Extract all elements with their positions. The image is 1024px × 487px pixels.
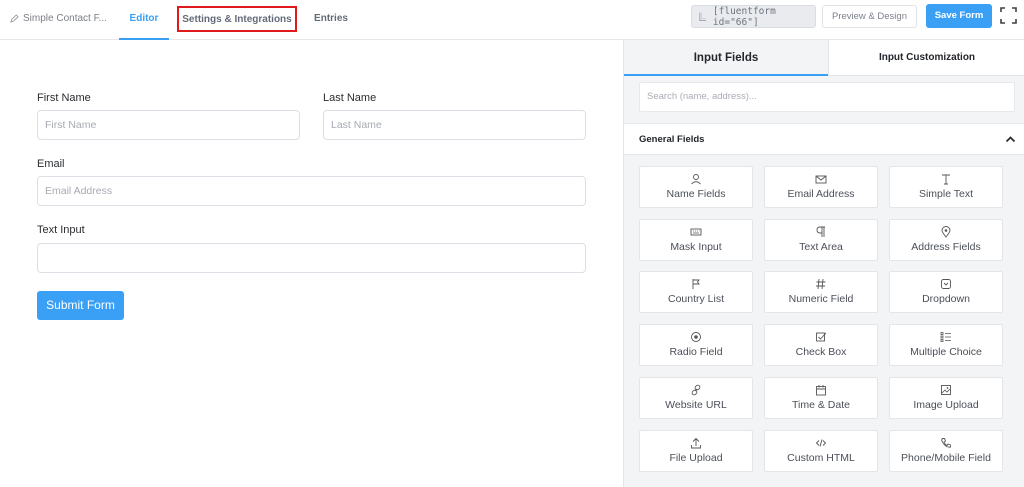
- field-simple-text[interactable]: Simple Text: [889, 166, 1003, 208]
- tab-entries[interactable]: Entries: [306, 0, 356, 40]
- field-label: Phone/Mobile Field: [901, 451, 991, 464]
- shortcode-box[interactable]: [fluentform id="66"]: [691, 5, 816, 28]
- copy-icon: [699, 12, 707, 21]
- shortcode-text: [fluentform id="66"]: [712, 5, 776, 28]
- last-name-input[interactable]: Last Name: [323, 110, 586, 140]
- pencil-icon: [10, 14, 19, 23]
- chevron-up-icon[interactable]: [1005, 134, 1016, 145]
- field-time-date[interactable]: Time & Date: [764, 376, 878, 419]
- email-input[interactable]: Email Address: [37, 176, 586, 206]
- field-dropdown[interactable]: Dropdown: [889, 271, 1003, 314]
- email-label: Email: [37, 158, 65, 170]
- keyboard-icon: [690, 228, 702, 236]
- upload-icon: [691, 437, 701, 448]
- field-label: Name Fields: [666, 188, 726, 200]
- field-file-upload[interactable]: File Upload: [639, 429, 753, 472]
- field-label: Dropdown: [922, 293, 970, 306]
- tab-editor[interactable]: Editor: [119, 0, 169, 40]
- field-label: Address Fields: [911, 240, 981, 253]
- hash-icon: [816, 279, 826, 290]
- phone-icon: [940, 437, 951, 448]
- field-custom-html[interactable]: Custom HTML: [764, 429, 878, 472]
- submit-form-button[interactable]: Submit Form: [37, 291, 124, 320]
- section-title: General Fields: [639, 134, 705, 145]
- top-bar: Simple Contact F... Editor Settings & In…: [0, 0, 1024, 40]
- dropdown-icon: [941, 279, 951, 290]
- field-mask-input[interactable]: Mask Input: [639, 218, 753, 261]
- form-name-label: Simple Contact F...: [23, 13, 107, 24]
- field-label: Numeric Field: [788, 293, 854, 306]
- preview-design-button[interactable]: Preview & Design: [822, 5, 917, 28]
- field-check-box[interactable]: Check Box: [764, 324, 878, 367]
- first-name-label: First Name: [37, 92, 91, 104]
- field-label: File Upload: [669, 451, 723, 464]
- text-cursor-icon: [942, 174, 950, 185]
- field-label: Website URL: [665, 398, 727, 411]
- code-icon: [815, 438, 827, 447]
- field-multiple-choice[interactable]: Multiple Choice: [889, 324, 1003, 367]
- field-text-area[interactable]: Text Area: [764, 218, 878, 261]
- field-numeric-field[interactable]: Numeric Field: [764, 271, 878, 314]
- flag-icon: [692, 279, 700, 290]
- field-email-address[interactable]: Email Address: [764, 166, 878, 208]
- field-label: Country List: [667, 293, 725, 306]
- field-label: Check Box: [795, 346, 847, 359]
- tab-input-fields[interactable]: Input Fields: [624, 40, 828, 76]
- calendar-icon: [816, 384, 826, 396]
- form-canvas: First Name First Name Last Name Last Nam…: [0, 40, 623, 487]
- text-input-label: Text Input: [37, 224, 85, 236]
- field-label: Radio Field: [669, 346, 723, 359]
- paragraph-icon: [816, 226, 825, 237]
- last-name-label: Last Name: [323, 92, 377, 104]
- field-name-fields[interactable]: Name Fields: [639, 166, 753, 208]
- text-input-field[interactable]: [37, 243, 586, 273]
- tab-settings-integrations[interactable]: Settings & Integrations: [177, 6, 297, 32]
- envelope-icon: [815, 175, 827, 184]
- field-radio-field[interactable]: Radio Field: [639, 324, 753, 367]
- general-fields-header[interactable]: General Fields: [624, 123, 1024, 155]
- field-label: Image Upload: [913, 398, 979, 411]
- field-address-fields[interactable]: Address Fields: [889, 218, 1003, 261]
- first-name-input[interactable]: First Name: [37, 110, 300, 140]
- tab-input-customization[interactable]: Input Customization: [828, 40, 1024, 76]
- field-label: Custom HTML: [787, 451, 855, 464]
- list-icon: [940, 332, 951, 342]
- fullscreen-icon[interactable]: [1000, 7, 1017, 24]
- field-image-upload[interactable]: Image Upload: [889, 376, 1003, 419]
- field-label: Simple Text: [918, 188, 974, 200]
- map-pin-icon: [941, 225, 951, 238]
- link-icon: [691, 384, 701, 396]
- field-search-input[interactable]: Search (name, address)...: [639, 82, 1015, 112]
- field-phone-mobile-field[interactable]: Phone/Mobile Field: [889, 429, 1003, 472]
- field-country-list[interactable]: Country List: [639, 271, 753, 314]
- field-label: Text Area: [799, 240, 843, 253]
- checkbox-icon: [816, 332, 827, 342]
- image-icon: [941, 384, 951, 395]
- field-label: Time & Date: [792, 398, 850, 411]
- radio-icon: [691, 332, 701, 343]
- save-form-button[interactable]: Save Form: [926, 4, 992, 28]
- field-label: Mask Input: [670, 240, 722, 253]
- form-name[interactable]: Simple Contact F...: [10, 13, 107, 24]
- fields-panel: Input Fields Input Customization Search …: [623, 40, 1024, 487]
- user-icon: [691, 174, 701, 185]
- field-label: Email Address: [787, 188, 855, 200]
- field-label: Multiple Choice: [910, 346, 982, 359]
- field-website-url[interactable]: Website URL: [639, 376, 753, 419]
